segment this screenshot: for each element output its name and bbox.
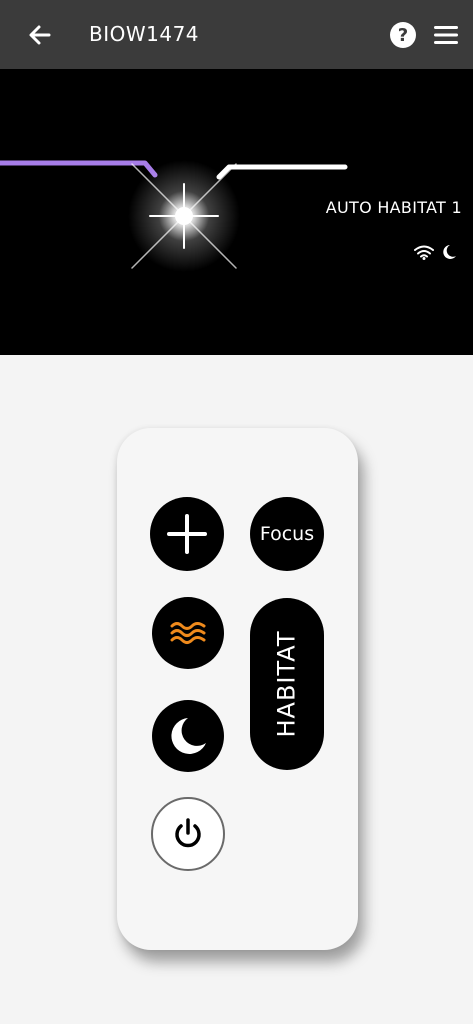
focus-label: Focus: [259, 523, 315, 545]
remote-control: Focus HABITAT: [117, 428, 358, 950]
moon-icon: [171, 718, 206, 754]
plus-icon: [167, 514, 207, 554]
menu-button[interactable]: [433, 24, 459, 46]
moon-icon: [443, 245, 456, 259]
help-button[interactable]: ?: [390, 22, 416, 48]
habitat-label: HABITAT: [273, 630, 301, 738]
light-preview: AUTO HABITAT 1: [0, 69, 473, 355]
focus-button[interactable]: Focus: [250, 497, 324, 571]
habitat-button[interactable]: HABITAT: [250, 598, 324, 770]
brightness-up-button[interactable]: [150, 497, 224, 571]
waves-icon: [170, 622, 206, 644]
hamburger-menu-icon: [434, 26, 458, 44]
power-icon: [175, 818, 201, 848]
white-light-bar: [216, 164, 348, 180]
night-mode-button[interactable]: [152, 700, 224, 772]
app-header: BIOW1474 ?: [0, 0, 473, 69]
wave-mode-button[interactable]: [152, 597, 224, 669]
back-button[interactable]: [24, 19, 56, 51]
mode-label: AUTO HABITAT 1: [325, 198, 462, 217]
arrow-left-icon: [29, 25, 51, 45]
power-button[interactable]: [151, 797, 225, 871]
device-title: BIOW1474: [89, 22, 200, 46]
wifi-icon: [414, 245, 434, 260]
status-icons: [414, 244, 457, 260]
